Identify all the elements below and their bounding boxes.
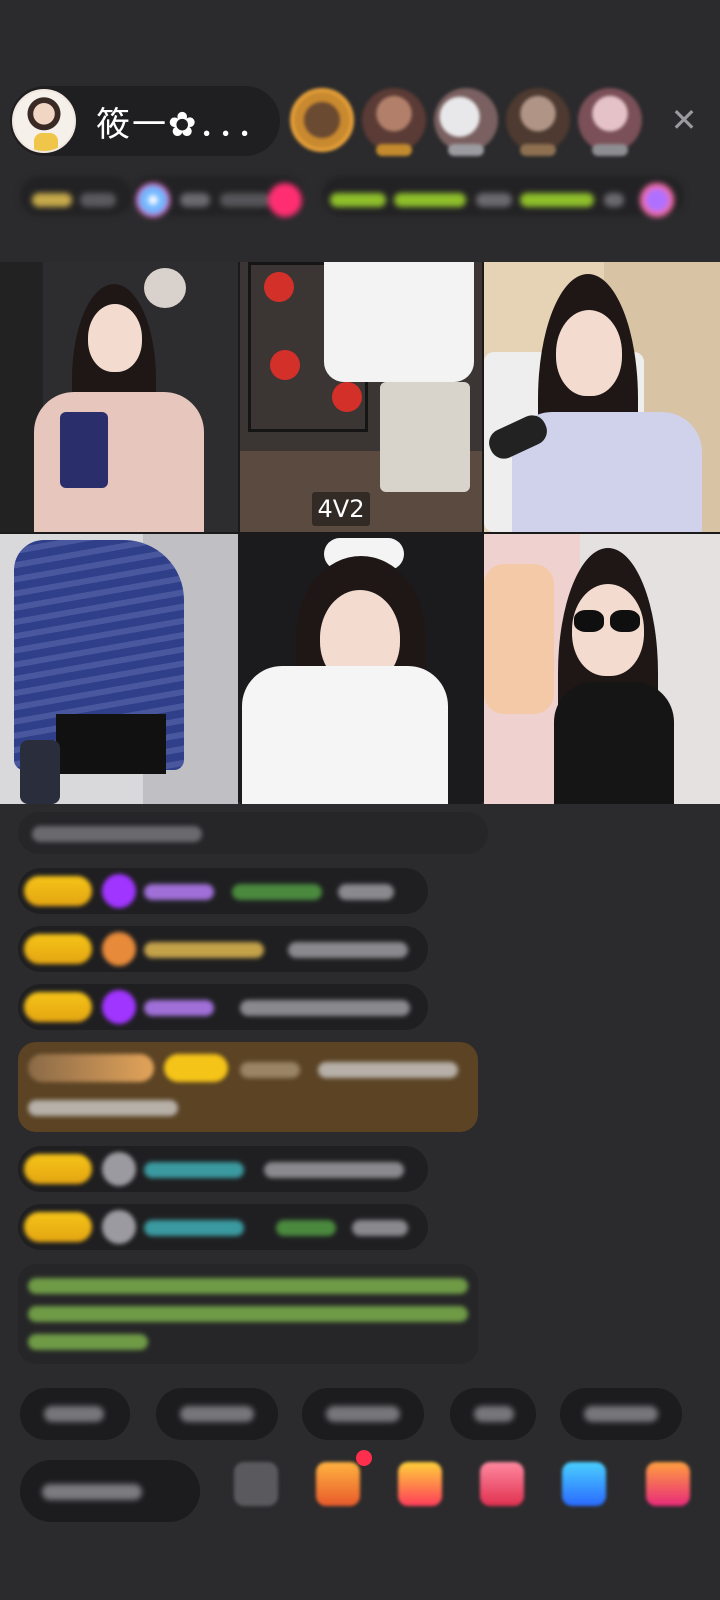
host-info-pill[interactable]: 筱一✿．．． (10, 86, 280, 156)
viewer-avatar-list (290, 88, 642, 156)
shop-icon[interactable] (398, 1462, 442, 1506)
quick-reply-chip[interactable] (20, 1388, 130, 1440)
chat-message-highlight[interactable] (18, 1042, 478, 1132)
video-tile[interactable] (484, 534, 720, 804)
notification-dot (356, 1450, 372, 1466)
video-tile[interactable] (0, 534, 238, 804)
chat-message[interactable] (18, 926, 428, 972)
task-chip[interactable] (322, 176, 684, 217)
video-tile[interactable] (484, 262, 720, 532)
viewer-avatar[interactable] (434, 88, 498, 156)
comment-input[interactable] (20, 1460, 200, 1522)
video-tile[interactable] (0, 262, 238, 532)
chat-notice (18, 812, 488, 854)
rank-chip[interactable] (20, 176, 132, 216)
co-host-video-grid: 4V2 (0, 262, 720, 804)
host-name: 筱一✿．．． (96, 104, 273, 145)
video-tile[interactable] (240, 534, 482, 804)
viewer-avatar[interactable] (578, 88, 642, 156)
room-info-row (20, 172, 700, 220)
viewer-avatar[interactable] (362, 88, 426, 156)
emoji-icon[interactable] (234, 1462, 278, 1506)
quick-reply-chip[interactable] (560, 1388, 682, 1440)
system-notice (18, 1264, 478, 1364)
chat-message[interactable] (18, 1146, 428, 1192)
host-avatar[interactable] (12, 89, 76, 153)
gift-box-icon[interactable] (316, 1462, 360, 1506)
gift-icon[interactable] (646, 1462, 690, 1506)
chat-message[interactable] (18, 868, 428, 914)
close-icon[interactable]: ✕ (666, 102, 702, 138)
quick-reply-chip[interactable] (156, 1388, 278, 1440)
chat-message[interactable] (18, 1204, 428, 1250)
interaction-icon[interactable] (480, 1462, 524, 1506)
viewer-avatar[interactable] (506, 88, 570, 156)
quick-reply-chip[interactable] (450, 1388, 536, 1440)
chat-message[interactable] (18, 984, 428, 1030)
fans-chip[interactable] (132, 176, 304, 217)
video-tile[interactable]: 4V2 (240, 262, 482, 532)
share-icon[interactable] (562, 1462, 606, 1506)
viewer-avatar[interactable] (290, 88, 354, 152)
quick-reply-chip[interactable] (302, 1388, 424, 1440)
pk-tag: 4V2 (312, 492, 370, 526)
